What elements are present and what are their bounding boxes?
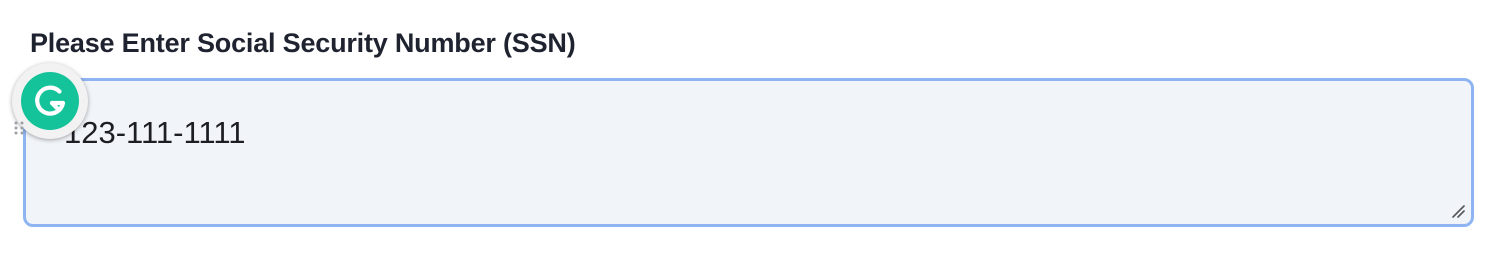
resize-grip-icon[interactable]: [1451, 204, 1465, 218]
ssn-label: Please Enter Social Security Number (SSN…: [30, 28, 576, 58]
grammarly-g-icon[interactable]: [21, 72, 79, 130]
drag-handle-icon[interactable]: [12, 120, 26, 136]
grammarly-widget[interactable]: [8, 60, 92, 142]
ssn-textarea[interactable]: [26, 81, 1471, 224]
ssn-field-group: Please Enter Social Security Number (SSN…: [0, 0, 1504, 276]
ssn-textarea-container: [23, 78, 1474, 227]
